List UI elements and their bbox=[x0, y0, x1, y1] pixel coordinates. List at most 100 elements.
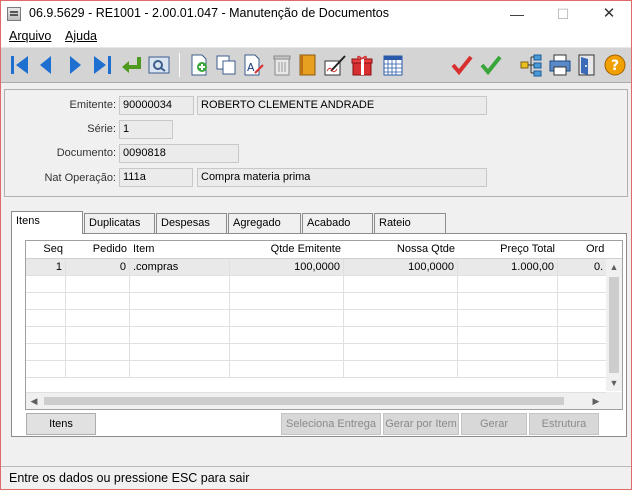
empty-cell bbox=[130, 344, 230, 361]
tab-despesas[interactable]: Despesas bbox=[156, 213, 227, 233]
empty-row[interactable] bbox=[26, 310, 606, 327]
exit-icon[interactable] bbox=[575, 53, 599, 77]
cell-qtde-emitente[interactable]: 100,0000 bbox=[230, 259, 344, 276]
serie-label: Série: bbox=[87, 123, 116, 135]
scroll-left-icon[interactable]: ◀ bbox=[26, 393, 42, 409]
column-qtde-emitente[interactable]: Qtde Emitente bbox=[230, 241, 344, 259]
cell-ord[interactable]: 0. bbox=[591, 259, 606, 276]
empty-cell bbox=[344, 361, 458, 378]
cell-nossa-qtde[interactable]: 100,0000 bbox=[344, 259, 458, 276]
emitente-label: Emitente: bbox=[69, 99, 116, 111]
print-icon[interactable] bbox=[548, 53, 572, 77]
check-icon[interactable] bbox=[479, 53, 503, 77]
horizontal-scroll-thumb[interactable] bbox=[44, 397, 564, 405]
gift-icon[interactable] bbox=[350, 53, 374, 77]
copy-icon[interactable] bbox=[214, 53, 238, 77]
empty-cell bbox=[130, 310, 230, 327]
tab-itens[interactable]: Itens bbox=[11, 211, 83, 234]
empty-row[interactable] bbox=[26, 361, 606, 378]
minimize-button[interactable]: — bbox=[494, 1, 540, 27]
empty-cell bbox=[230, 310, 344, 327]
empty-cell bbox=[66, 344, 130, 361]
edit-icon[interactable]: A bbox=[241, 53, 265, 77]
cell-seq[interactable]: 1 bbox=[26, 259, 66, 276]
empty-row[interactable] bbox=[26, 344, 606, 361]
empty-cell bbox=[26, 344, 66, 361]
scroll-up-icon[interactable]: ▲ bbox=[606, 259, 622, 275]
next-record-icon[interactable] bbox=[63, 53, 87, 77]
gerar-por-item-button[interactable]: Gerar por Item bbox=[383, 413, 459, 435]
tab-rateio[interactable]: Rateio bbox=[374, 213, 446, 233]
serie-field[interactable]: 1 bbox=[119, 120, 173, 139]
seleciona-entrega-button[interactable]: Seleciona Entrega bbox=[281, 413, 381, 435]
add-icon[interactable] bbox=[187, 53, 211, 77]
column-item[interactable]: Item bbox=[130, 241, 230, 259]
cell-item[interactable]: .compras bbox=[130, 259, 230, 276]
menu-ajuda[interactable]: Ajuda bbox=[65, 29, 97, 43]
empty-row[interactable] bbox=[26, 276, 606, 293]
search-icon[interactable] bbox=[147, 53, 171, 77]
status-bar: Entre os dados ou pressione ESC para sai… bbox=[1, 466, 631, 489]
empty-cell bbox=[344, 293, 458, 310]
column-seq[interactable]: Seq bbox=[26, 241, 66, 259]
column-pedido[interactable]: Pedido bbox=[66, 241, 130, 259]
items-grid[interactable]: Seq Pedido Item Qtde Emitente Nossa Qtde… bbox=[25, 240, 623, 410]
nat-operacao-desc-field[interactable]: Compra materia prima bbox=[197, 168, 487, 187]
close-button[interactable]: ✕ bbox=[586, 1, 632, 27]
calendar-icon[interactable] bbox=[381, 53, 405, 77]
book-icon[interactable] bbox=[296, 53, 320, 77]
empty-row[interactable] bbox=[26, 293, 606, 310]
estrutura-button[interactable]: Estrutura bbox=[529, 413, 599, 435]
empty-cell bbox=[66, 310, 130, 327]
menu-arquivo-label: Arquivo bbox=[9, 29, 52, 43]
emitente-code-field[interactable]: 90000034 bbox=[119, 96, 194, 115]
signature-icon[interactable] bbox=[323, 53, 347, 77]
delete-icon[interactable] bbox=[270, 53, 294, 77]
itens-button[interactable]: Itens bbox=[26, 413, 96, 435]
tree-icon[interactable] bbox=[519, 53, 543, 77]
cell-pedido[interactable]: 0 bbox=[66, 259, 130, 276]
menu-bar: Arquivo Ajuda bbox=[1, 27, 631, 47]
svg-text:A: A bbox=[247, 61, 255, 74]
scroll-down-icon[interactable]: ▼ bbox=[606, 375, 622, 391]
confirm-icon[interactable] bbox=[450, 53, 474, 77]
column-preco-total[interactable]: Preço Total bbox=[458, 241, 558, 259]
gerar-button[interactable]: Gerar bbox=[461, 413, 527, 435]
scroll-right-icon[interactable]: ▶ bbox=[588, 393, 604, 409]
tab-acabado[interactable]: Acabado bbox=[302, 213, 373, 233]
empty-cell bbox=[130, 327, 230, 344]
empty-row[interactable] bbox=[26, 327, 606, 344]
vertical-scroll-thumb[interactable] bbox=[609, 277, 619, 373]
empty-cell bbox=[230, 276, 344, 293]
empty-cell bbox=[66, 293, 130, 310]
tab-agregado[interactable]: Agregado bbox=[228, 213, 301, 233]
empty-cell bbox=[458, 293, 558, 310]
maximize-button[interactable]: ☐ bbox=[540, 1, 586, 27]
first-record-icon[interactable] bbox=[8, 53, 32, 77]
empty-cell bbox=[130, 276, 230, 293]
help-icon[interactable]: ? bbox=[603, 53, 627, 77]
empty-cell bbox=[66, 361, 130, 378]
column-ord[interactable]: Ord bbox=[583, 241, 607, 259]
empty-cell bbox=[344, 310, 458, 327]
cell-preco-total[interactable]: 1.000,00 bbox=[458, 259, 558, 276]
nat-operacao-code-field[interactable]: 111a bbox=[119, 168, 193, 187]
horizontal-scrollbar[interactable]: ◀ ▶ bbox=[26, 392, 606, 409]
menu-arquivo[interactable]: Arquivo bbox=[9, 29, 51, 43]
empty-cell bbox=[230, 327, 344, 344]
documento-field[interactable]: 0090818 bbox=[119, 144, 239, 163]
emitente-name-field[interactable]: ROBERTO CLEMENTE ANDRADE bbox=[197, 96, 487, 115]
menu-ajuda-label: Ajuda bbox=[65, 29, 97, 43]
table-row[interactable]: 1 0 .compras 100,0000 100,0000 1.000,00 … bbox=[26, 259, 606, 276]
empty-cell bbox=[26, 310, 66, 327]
previous-record-icon[interactable] bbox=[34, 53, 58, 77]
empty-cell bbox=[458, 276, 558, 293]
tab-duplicatas[interactable]: Duplicatas bbox=[84, 213, 155, 233]
title-bar: 06.9.5629 - RE1001 - 2.00.01.047 - Manut… bbox=[1, 1, 631, 27]
vertical-scrollbar[interactable]: ▲ ▼ bbox=[606, 259, 622, 391]
column-nossa-qtde[interactable]: Nossa Qtde bbox=[344, 241, 458, 259]
last-record-icon[interactable] bbox=[90, 53, 114, 77]
grid-header: Seq Pedido Item Qtde Emitente Nossa Qtde… bbox=[26, 241, 622, 259]
go-to-icon[interactable] bbox=[119, 53, 143, 77]
empty-cell bbox=[230, 293, 344, 310]
